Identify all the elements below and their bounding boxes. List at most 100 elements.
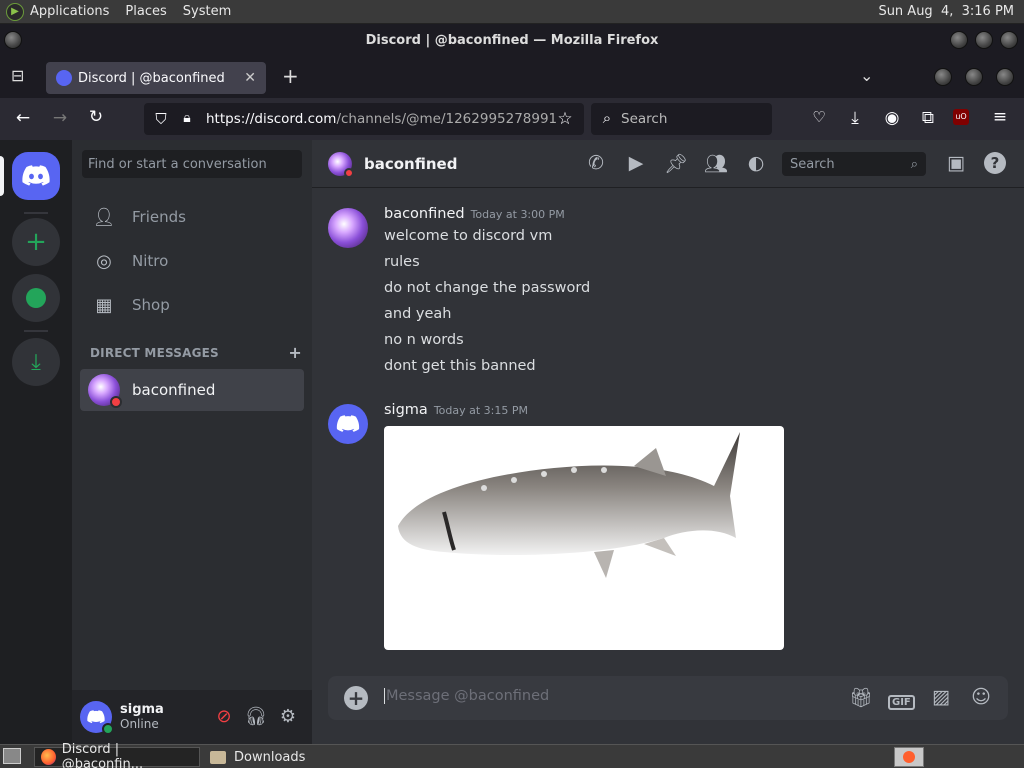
- applications-menu[interactable]: ▶ Applications: [6, 2, 110, 21]
- system-top-panel: ▶ Applications Places System Sun Aug 4, …: [0, 0, 1024, 24]
- chat-search-input[interactable]: Search ⌕: [782, 152, 926, 176]
- discord-favicon-icon: [56, 70, 72, 86]
- avatar: [88, 374, 122, 408]
- new-tab-button[interactable]: +: [282, 64, 299, 88]
- chat-search-icon: ⌕: [910, 156, 918, 172]
- message-avatar[interactable]: [328, 208, 368, 248]
- taskbar-item-firefox[interactable]: Discord | @baconfin...: [34, 742, 200, 768]
- guild-separator: [24, 212, 48, 214]
- deafen-headphones-icon[interactable]: 🎧︎: [244, 706, 268, 727]
- discord-home-button[interactable]: [12, 152, 60, 200]
- mute-microphone-icon[interactable]: ⊘: [212, 706, 236, 727]
- sidebar-item-nitro[interactable]: ◎ Nitro: [80, 240, 304, 282]
- window-title: Discord | @baconfined — Mozilla Firefox: [365, 32, 659, 48]
- chat-header: baconfined ✆ ▶ 📌︎ 👥︎ ◐ Search ⌕ ▣ ?: [312, 140, 1024, 188]
- tab-close-icon[interactable]: ✕: [244, 70, 256, 86]
- help-icon[interactable]: ?: [984, 152, 1006, 174]
- friends-icon: 👤︎: [92, 206, 116, 228]
- pinned-messages-icon[interactable]: 📌︎: [664, 152, 688, 175]
- list-all-tabs-icon[interactable]: ⌄: [860, 66, 873, 85]
- add-server-button[interactable]: +: [12, 218, 60, 266]
- reload-icon[interactable]: ↻: [85, 107, 107, 127]
- minimize-button[interactable]: [950, 31, 968, 49]
- system-menu[interactable]: System: [183, 4, 231, 19]
- dnd-status-icon: [344, 167, 354, 178]
- message-input[interactable]: Message @baconfined: [384, 688, 549, 704]
- attach-plus-icon[interactable]: +: [344, 686, 368, 710]
- firefox-icon: [41, 749, 56, 765]
- tabstrip-button-1[interactable]: [934, 68, 952, 86]
- channel-title: baconfined: [364, 154, 458, 173]
- fish-image: [398, 432, 740, 578]
- image-attachment[interactable]: [384, 426, 784, 650]
- message-avatar[interactable]: [328, 404, 368, 444]
- pocket-icon[interactable]: ♡: [808, 108, 830, 126]
- places-menu[interactable]: Places: [125, 4, 166, 19]
- taskbar-item-label: Downloads: [234, 749, 306, 765]
- extensions-icon[interactable]: ⧉: [917, 108, 939, 128]
- maximize-button[interactable]: [975, 31, 993, 49]
- show-desktop-icon[interactable]: [3, 748, 21, 764]
- gif-picker-icon[interactable]: GIF: [888, 688, 915, 710]
- chat-search-placeholder: Search: [790, 156, 835, 172]
- tabstrip-button-2[interactable]: [965, 68, 983, 86]
- user-avatar[interactable]: [80, 701, 114, 735]
- downloads-icon[interactable]: ⤓: [844, 108, 866, 128]
- gift-icon[interactable]: 🎁︎: [848, 686, 874, 709]
- window-titlebar[interactable]: Discord | @baconfined — Mozilla Firefox: [0, 24, 1024, 56]
- clock[interactable]: Sun Aug 4, 3:16 PM: [878, 4, 1014, 19]
- download-apps-button[interactable]: ⤓: [12, 338, 60, 386]
- taskbar-item-label: Discord | @baconfin...: [61, 742, 144, 768]
- message-author[interactable]: sigma: [384, 402, 428, 418]
- forward-icon[interactable]: →: [49, 108, 71, 128]
- firefox-view-icon[interactable]: ⊟: [11, 66, 24, 85]
- dnd-status-icon: [110, 396, 122, 408]
- sidebar-item-friends[interactable]: 👤︎ Friends: [80, 196, 304, 238]
- emoji-icon[interactable]: ☺: [968, 686, 994, 708]
- tabstrip-button-3[interactable]: [996, 68, 1014, 86]
- add-server-icon: +: [25, 227, 47, 257]
- window-menu-button[interactable]: [4, 31, 22, 49]
- message-header: sigma Today at 3:15 PM: [384, 402, 528, 418]
- applications-menu-label: Applications: [30, 4, 110, 19]
- dm-item-baconfined[interactable]: baconfined: [80, 369, 304, 411]
- nitro-icon: ◎: [96, 250, 112, 272]
- add-friends-to-dm-icon[interactable]: 👥︎: [704, 152, 728, 175]
- workspace-switcher[interactable]: [894, 747, 924, 767]
- video-call-icon[interactable]: ▶: [624, 152, 648, 174]
- find-conversation-input[interactable]: Find or start a conversation: [82, 150, 302, 178]
- close-window-button[interactable]: [1000, 31, 1018, 49]
- sticker-icon[interactable]: ▨: [928, 686, 954, 708]
- search-bar[interactable]: ⌕ Search: [591, 103, 772, 135]
- user-names[interactable]: sigma Online: [120, 702, 164, 732]
- bookmark-star-icon[interactable]: ☆: [554, 109, 576, 129]
- lock-icon[interactable]: 🔒︎: [176, 110, 198, 126]
- message-text: dont get this banned: [384, 358, 536, 374]
- discord-home-icon: [22, 165, 50, 186]
- username: sigma: [120, 702, 164, 717]
- explore-servers-button[interactable]: [12, 274, 60, 322]
- discord-avatar-icon: [87, 710, 105, 724]
- sidebar-item-label: Shop: [132, 296, 170, 314]
- account-icon[interactable]: ◉: [881, 108, 903, 128]
- user-settings-gear-icon[interactable]: ⚙: [276, 706, 300, 727]
- tab-title: Discord | @baconfined: [78, 70, 225, 86]
- header-avatar[interactable]: [328, 151, 354, 178]
- explore-icon: [26, 288, 46, 308]
- shield-icon[interactable]: ⛉: [150, 110, 172, 128]
- message-header: baconfined Today at 3:00 PM: [384, 206, 565, 222]
- user-profile-icon[interactable]: ◐: [744, 152, 768, 174]
- inbox-icon[interactable]: ▣: [944, 152, 968, 174]
- message-author[interactable]: baconfined: [384, 206, 465, 222]
- app-menu-icon[interactable]: ≡: [989, 107, 1011, 127]
- taskbar-item-downloads[interactable]: Downloads: [204, 747, 311, 767]
- discord-app: + ⤓ Find or start a conversation 👤︎ Frie…: [0, 140, 1024, 744]
- voice-call-icon[interactable]: ✆: [584, 152, 608, 174]
- sidebar-item-shop[interactable]: ▦ Shop: [80, 284, 304, 326]
- back-icon[interactable]: ←: [12, 108, 34, 128]
- url-bar[interactable]: ⛉ 🔒︎ https://discord.com/channels/@me/12…: [144, 103, 584, 135]
- tab-discord[interactable]: Discord | @baconfined ✕: [46, 62, 266, 94]
- distro-logo-icon: ▶: [6, 2, 24, 21]
- ublock-icon[interactable]: uO: [953, 109, 969, 125]
- create-dm-icon[interactable]: +: [288, 343, 302, 362]
